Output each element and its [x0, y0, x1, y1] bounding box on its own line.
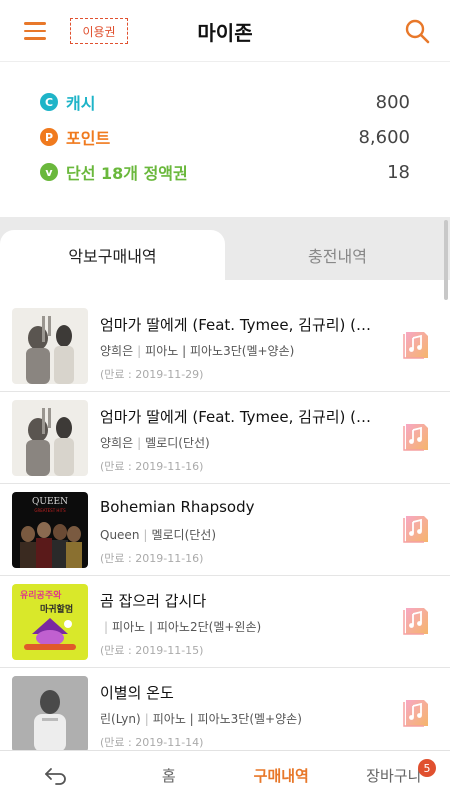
queen-band-text: QUEEN [32, 497, 68, 507]
item-artist: Queen [100, 528, 140, 542]
cart-count-badge: 5 [418, 759, 436, 777]
sheet-music-icon[interactable] [402, 514, 430, 544]
nav-cart[interactable]: 장바구니 5 [338, 751, 450, 800]
item-title: 엄마가 딸에게 (Feat. Tymee, 김규리) (Ra… [100, 316, 380, 334]
princess-bottom-text: 마귀할멈 [40, 603, 73, 615]
nav-purchase-history[interactable]: 구매내역 [225, 751, 338, 800]
item-expiry: (만료 : 2019-11-16) [100, 460, 204, 473]
list-item[interactable]: 이별의 온도 린(Lyn) | 피아노 | 피아노3단(멜+양손) (만료 : 20… [0, 668, 450, 760]
search-icon[interactable] [404, 18, 430, 44]
item-arrangement: 피아노 | 피아노2단(멜+왼손) [112, 620, 262, 634]
item-arrangement: 피아노 | 피아노3단(멜+양손) [145, 344, 295, 358]
pass-value: 18 [387, 161, 410, 183]
item-artist: 양희은 [100, 344, 134, 358]
item-meta: 양희은 | 멜로디(단선) [100, 436, 210, 450]
item-arrangement: 피아노 | 피아노3단(멜+양손) [152, 712, 302, 726]
cash-value: 800 [375, 91, 410, 113]
cash-row[interactable]: C 캐시 800 [40, 87, 410, 117]
balance-panel: C 캐시 800 P 포인트 8,600 v 단선 18개 정액권 18 [0, 62, 450, 217]
point-icon: P [40, 128, 58, 146]
item-arrangement: 멜로디(단선) [145, 436, 210, 450]
item-expiry: (만료 : 2019-11-14) [100, 736, 204, 749]
album-queen-icon: QUEEN GREATEST HITS [12, 492, 88, 568]
item-expiry: (만료 : 2019-11-16) [100, 552, 204, 565]
item-title: 곰 잡으러 갑시다 [100, 592, 207, 610]
point-row[interactable]: P 포인트 8,600 [40, 122, 410, 152]
purchase-list: 엄마가 딸에게 (Feat. Tymee, 김규리) (Ra… 양희은 | 피아노 … [0, 300, 450, 760]
tab-purchase-history[interactable]: 악보구매내역 [0, 230, 225, 280]
pass-row[interactable]: v 단선 18개 정액권 18 [40, 157, 410, 187]
sheet-music-icon[interactable] [402, 606, 430, 636]
item-expiry: (만료 : 2019-11-15) [100, 644, 204, 657]
tab-charge-history[interactable]: 충전내역 [225, 230, 450, 280]
item-artist: 양희은 [100, 436, 134, 450]
album-yang-icon [12, 308, 88, 384]
album-yang-icon [12, 400, 88, 476]
nav-back[interactable] [0, 751, 113, 800]
sheet-music-icon[interactable] [402, 422, 430, 452]
app-header: 이용권 마이존 [0, 0, 450, 62]
page-title: 마이존 [197, 21, 253, 45]
princess-top-text: 유리공주와 [20, 589, 62, 601]
point-label: 포인트 [66, 129, 111, 148]
item-expiry: (만료 : 2019-11-29) [100, 368, 204, 381]
list-item[interactable]: QUEEN GREATEST HITS Bohemian Rhapsody Qu… [0, 484, 450, 576]
item-meta: 린(Lyn) | 피아노 | 피아노3단(멜+양손) [100, 712, 302, 726]
item-title: Bohemian Rhapsody [100, 498, 255, 516]
scrollbar[interactable] [444, 220, 448, 300]
cash-label: 캐시 [66, 94, 96, 113]
album-lyn-icon [12, 676, 88, 752]
point-value: 8,600 [358, 126, 410, 148]
pass-label: 단선 18개 정액권 [66, 164, 188, 183]
item-meta: 양희은 | 피아노 | 피아노3단(멜+양손) [100, 344, 295, 358]
pass-icon: v [40, 163, 58, 181]
list-item[interactable]: 엄마가 딸에게 (Feat. Tymee, 김규리) (Ra… 양희은 | 멜로디(… [0, 392, 450, 484]
item-artist: 린(Lyn) [100, 712, 141, 726]
list-item[interactable]: 엄마가 딸에게 (Feat. Tymee, 김규리) (Ra… 양희은 | 피아노 … [0, 300, 450, 392]
back-arrow-icon [45, 767, 67, 785]
bottom-nav: 홈 구매내역 장바구니 5 [0, 750, 450, 800]
queen-sub-text: GREATEST HITS [34, 508, 66, 513]
sheet-music-icon[interactable] [402, 698, 430, 728]
nav-home[interactable]: 홈 [113, 751, 226, 800]
album-princess-icon: 유리공주와 마귀할멈 [12, 584, 88, 660]
cash-icon: C [40, 93, 58, 111]
sheet-music-icon[interactable] [402, 330, 430, 360]
list-item[interactable]: 유리공주와 마귀할멈 곰 잡으러 갑시다 | 피아노 | 피아노2단(멜+왼손) … [0, 576, 450, 668]
item-arrangement: 멜로디(단선) [151, 528, 217, 542]
nav-cart-label: 장바구니 [366, 767, 422, 785]
item-title: 이별의 온도 [100, 684, 174, 702]
item-title: 엄마가 딸에게 (Feat. Tymee, 김규리) (Ra… [100, 408, 380, 426]
item-meta: Queen | 멜로디(단선) [100, 528, 217, 542]
item-meta: | 피아노 | 피아노2단(멜+왼손) [104, 620, 262, 634]
